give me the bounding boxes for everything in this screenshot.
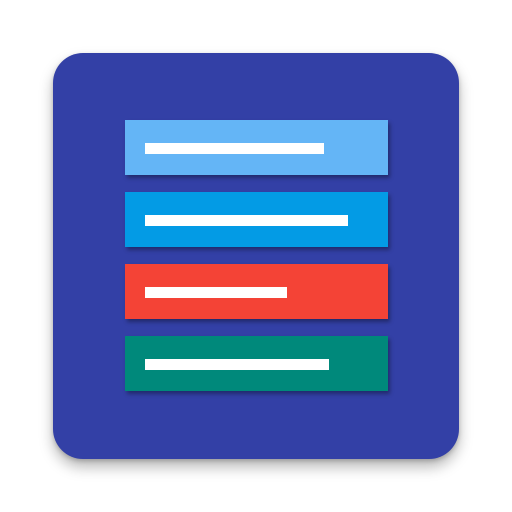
list-item	[125, 192, 388, 247]
list-item	[125, 336, 388, 391]
list-item-text-line	[145, 359, 329, 370]
app-icon-tile	[53, 53, 459, 459]
list-item-text-line	[145, 287, 287, 298]
list-item-text-line	[145, 215, 348, 226]
list-item	[125, 120, 388, 175]
list-item	[125, 264, 388, 319]
list-item-text-line	[145, 143, 324, 154]
